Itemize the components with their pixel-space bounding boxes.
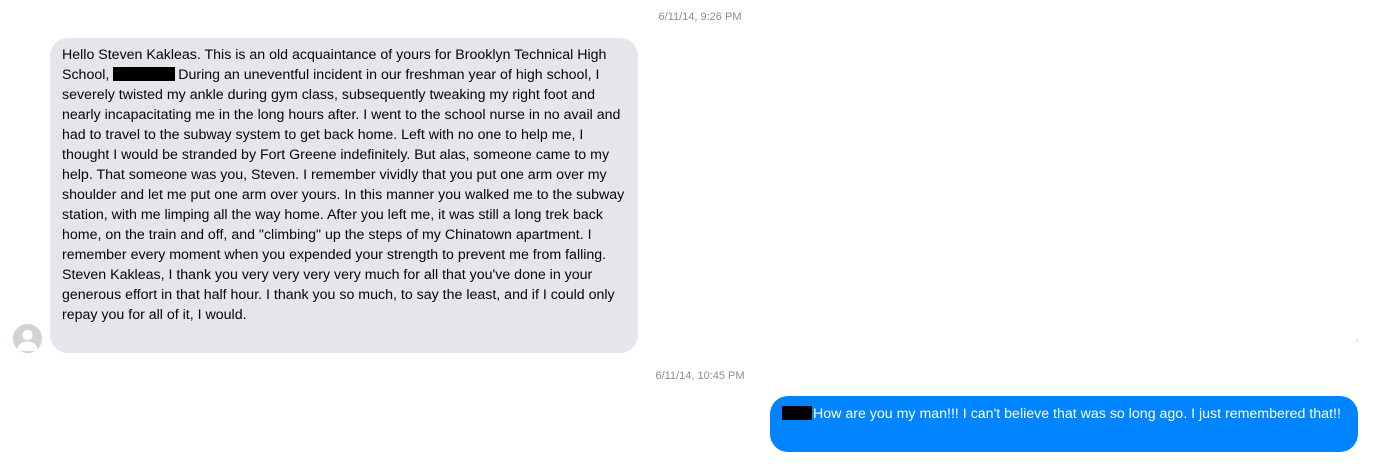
message-timestamp: 6/11/14, 9:26 PM [658, 11, 742, 23]
message-timestamp: 6/11/14, 10:45 PM [655, 370, 745, 382]
incoming-message-bubble[interactable]: Hello Steven Kakleas. This is an old acq… [50, 38, 638, 353]
message-text-part: During an uneventful incident in our fre… [62, 67, 625, 323]
incoming-message-text: Hello Steven Kakleas. This is an old acq… [62, 45, 626, 325]
outgoing-message-bubble[interactable]: How are you my man!!! I can't believe th… [770, 396, 1358, 452]
sender-avatar-icon[interactable] [13, 324, 42, 353]
message-text-part: How are you my man!!! I can't believe th… [813, 406, 1341, 422]
outgoing-message-text: How are you my man!!! I can't believe th… [782, 404, 1346, 424]
redacted-name-block [113, 67, 176, 81]
scroll-indicator [1356, 339, 1359, 342]
person-icon [13, 324, 42, 353]
redacted-name-block [782, 406, 812, 420]
